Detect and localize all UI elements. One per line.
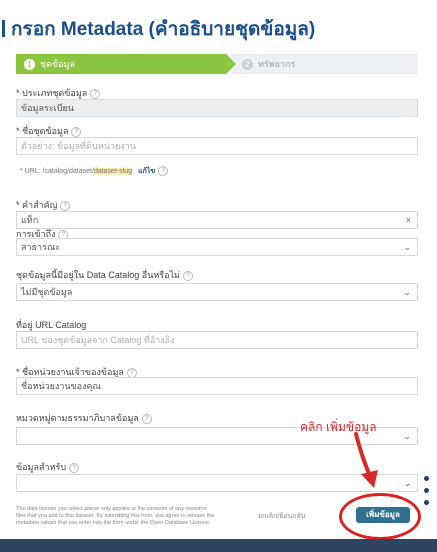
more-dots-icon: [424, 476, 430, 512]
catalog-flag-label: ชุดข้อมูลนี้มีอยู่ใน Data Catalog อื่นหร…: [16, 268, 193, 282]
step-1-number: 1: [24, 59, 35, 71]
data-type-label: ข้อมูลสำหรับ?: [16, 460, 80, 474]
chevron-down-icon: ⌄: [403, 242, 411, 252]
annotation-arrow-icon: [354, 432, 378, 488]
highlight-circle: [339, 493, 421, 540]
license-footnote: The data license you select above only a…: [16, 506, 215, 526]
step-resources[interactable]: 2 ทรัพยากร: [242, 54, 295, 74]
wizard-stepper: 1 ชุดข้อมูล 2 ทรัพยากร: [16, 54, 418, 74]
help-icon[interactable]: ?: [60, 200, 71, 211]
license-select[interactable]: สาธารณะ ⌄: [16, 238, 418, 256]
help-icon[interactable]: ?: [183, 270, 193, 281]
tags-label: * คำสำคัญ?: [16, 198, 71, 212]
catalog-url-label: ที่อยู่ URL Catalog: [16, 320, 87, 330]
cancel-link[interactable]: ยกเลิก/ย้อนกลับ: [258, 511, 305, 522]
chevron-down-icon: ⌄: [403, 478, 411, 488]
bottom-bar: [0, 539, 437, 552]
step-dataset[interactable]: 1 ชุดข้อมูล: [16, 54, 236, 74]
chevron-down-icon: ⌄: [403, 287, 411, 297]
url-slug: dataset-slug: [93, 168, 133, 175]
category-label: หมวดหมู่ตามธรรมาภิบาลข้อมูล?: [16, 411, 152, 425]
help-icon[interactable]: ?: [90, 88, 101, 99]
clear-icon[interactable]: ×: [406, 212, 411, 228]
step-2-number: 2: [242, 59, 253, 71]
type-field: ข้อมูลระเบียน: [16, 99, 418, 117]
catalog-url-input[interactable]: URL ของชุดข้อมูลจาก Catalog ที่อ้างอิง: [16, 331, 418, 349]
title-accent-bar: [2, 20, 5, 37]
url-hint: * URL: /catalog/dataset/dataset-slug แก้ไ…: [20, 166, 169, 177]
page-title-text: กรอก Metadata (คำอธิบายชุดข้อมูล): [11, 19, 316, 40]
catalog-flag-select[interactable]: ไม่มีชุดข้อมูล ⌄: [16, 283, 418, 301]
help-icon[interactable]: ?: [71, 126, 82, 137]
page-title: กรอก Metadata (คำอธิบายชุดข้อมูล): [2, 14, 315, 44]
tags-input[interactable]: แท็ก ×: [16, 211, 418, 229]
help-icon[interactable]: ?: [141, 413, 152, 424]
agency-input[interactable]: ชื่อหน่วยงานของคุณ: [16, 377, 418, 395]
name-input[interactable]: ตัวอย่าง: ข้อมูลที่ดินหน่วยงาน: [16, 137, 418, 155]
chevron-down-icon: ⌄: [403, 431, 411, 441]
name-label: * ชื่อชุดข้อมูล?: [16, 124, 82, 138]
step-1-label: ชุดข้อมูล: [40, 59, 75, 69]
help-icon[interactable]: ?: [69, 462, 80, 473]
help-icon[interactable]: ?: [158, 166, 169, 177]
url-edit-button[interactable]: แก้ไข: [138, 168, 155, 175]
type-label: * ประเภทชุดข้อมูล?: [16, 86, 101, 100]
step-2-label: ทรัพยากร: [258, 59, 296, 69]
